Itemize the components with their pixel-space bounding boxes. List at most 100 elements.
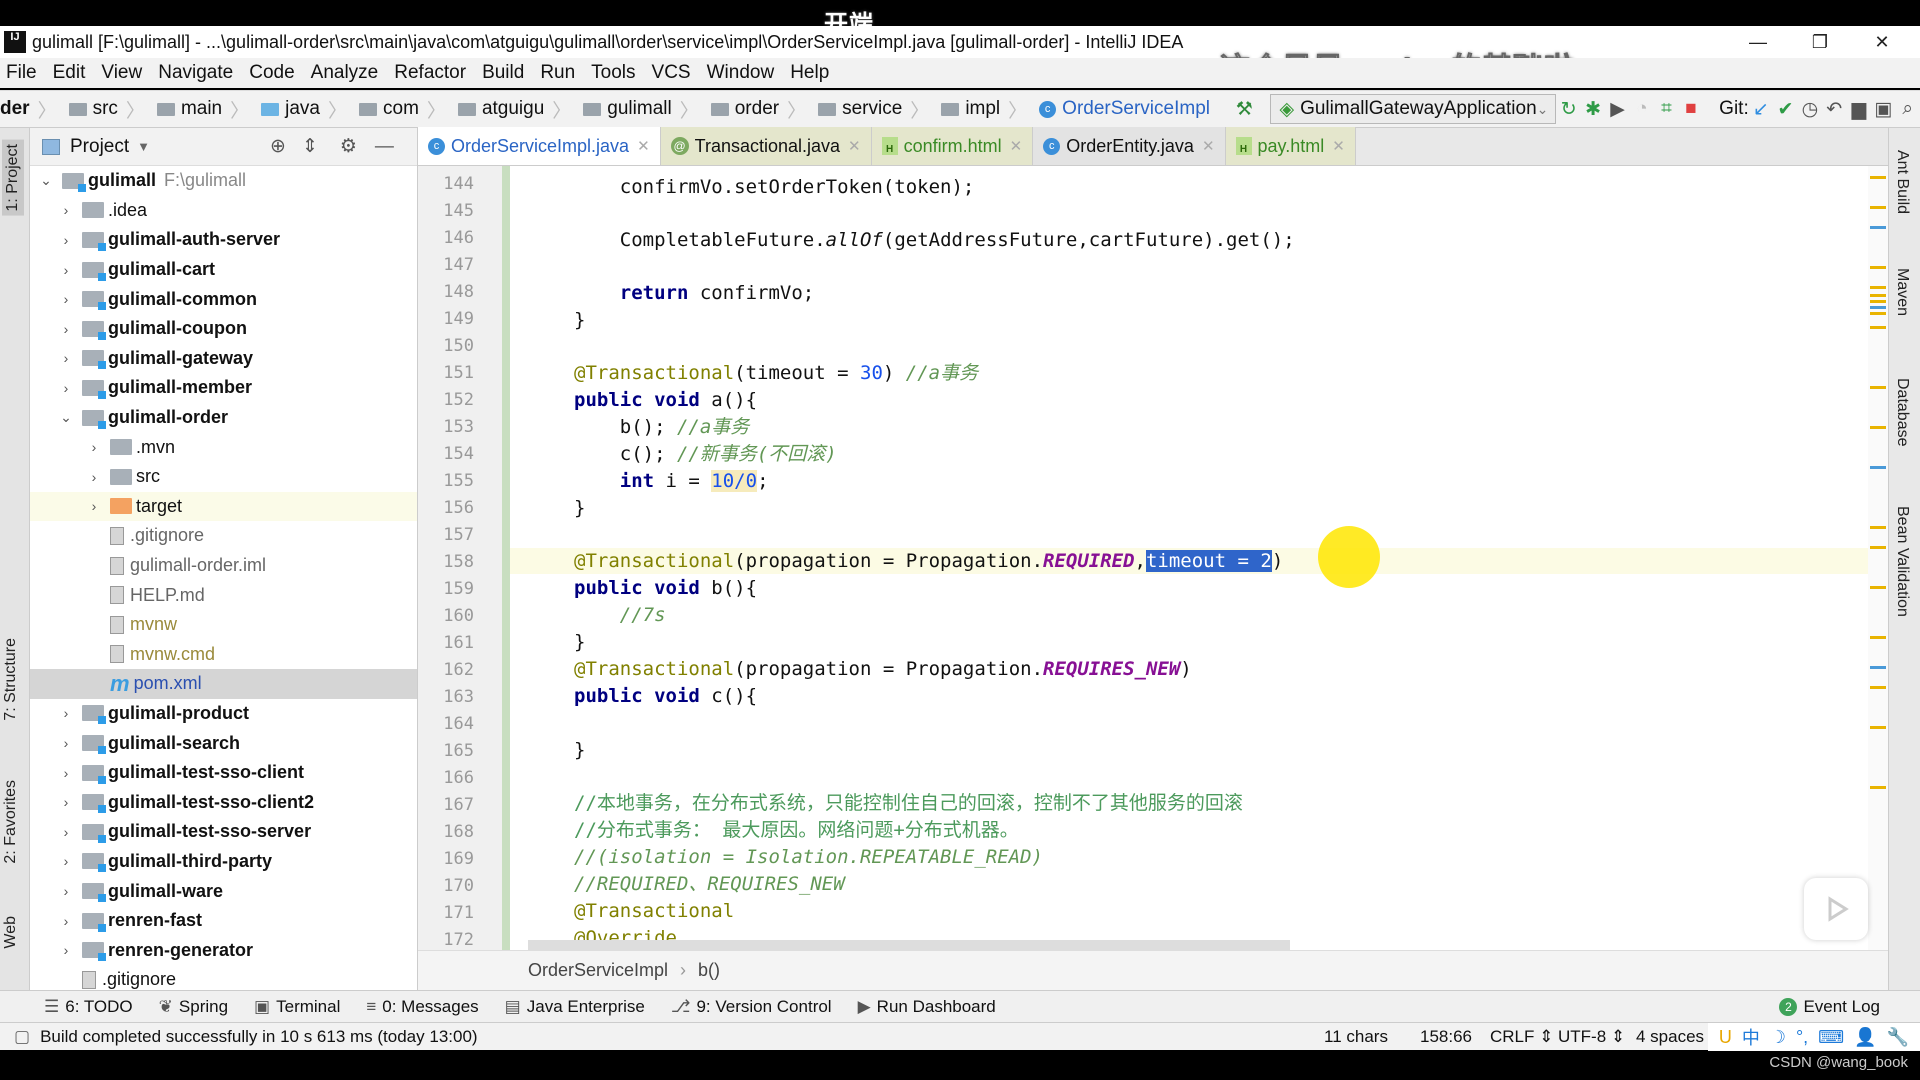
tree-item[interactable]: mvnw.cmd — [30, 640, 417, 670]
tree-item[interactable]: › .idea — [30, 196, 417, 226]
git-commit-icon[interactable]: ✔ — [1773, 94, 1797, 124]
menu-edit[interactable]: Edit — [53, 62, 86, 84]
chevron-down-icon[interactable]: ⌄ — [36, 172, 56, 189]
chevron-right-icon[interactable]: › — [84, 469, 104, 485]
stripe-marker[interactable] — [1870, 312, 1886, 315]
tree-item[interactable]: › gulimall-gateway — [30, 344, 417, 374]
chevron-right-icon[interactable]: › — [56, 913, 76, 929]
tab-ant-build[interactable]: Ant Build — [1893, 150, 1911, 214]
debug-bug-icon[interactable]: ✱ — [1581, 94, 1605, 124]
stripe-marker[interactable] — [1870, 286, 1886, 289]
status-indent[interactable]: 4 spaces — [1636, 1027, 1704, 1047]
status-line-separator[interactable]: CRLF ⇕ — [1490, 1027, 1553, 1047]
run-with-coverage-icon[interactable]: ▶ — [1605, 94, 1629, 124]
stripe-marker[interactable] — [1870, 466, 1886, 469]
stripe-marker[interactable] — [1870, 176, 1886, 179]
tree-item[interactable]: › renren-fast — [30, 906, 417, 936]
tree-item[interactable]: .gitignore — [30, 521, 417, 551]
menu-refactor[interactable]: Refactor — [394, 62, 466, 84]
ime-logo-icon[interactable]: U — [1719, 1027, 1732, 1048]
status-encoding[interactable]: UTF-8 ⇕ — [1558, 1027, 1625, 1047]
tool-event-log[interactable]: 2 Event Log — [1779, 997, 1880, 1017]
stripe-marker[interactable] — [1870, 386, 1886, 389]
menu-build[interactable]: Build — [482, 62, 524, 84]
breadcrumb-com[interactable]: com 〉 — [351, 96, 446, 123]
tool-messages[interactable]: ≡ 0: Messages — [366, 997, 478, 1017]
tool-spring[interactable]: ❦ Spring — [159, 997, 228, 1017]
editor-breadcrumb-method[interactable]: b() — [698, 960, 720, 981]
tree-item[interactable]: › gulimall-search — [30, 728, 417, 758]
run-configuration-select[interactable]: ◈ GulimallGatewayApplication ⌄ — [1270, 94, 1557, 124]
chevron-right-icon[interactable]: › — [56, 262, 76, 278]
menu-tools[interactable]: Tools — [591, 62, 635, 84]
tree-item[interactable]: › gulimall-auth-server — [30, 225, 417, 255]
menu-navigate[interactable]: Navigate — [158, 62, 233, 84]
breadcrumb-class[interactable]: c OrderServiceImpl — [1031, 98, 1210, 120]
tree-item[interactable]: › gulimall-test-sso-client2 — [30, 787, 417, 817]
chevron-right-icon[interactable]: › — [56, 883, 76, 899]
rerun-icon[interactable]: ↻ — [1556, 94, 1580, 124]
run-anything-icon[interactable]: ▣ — [1871, 94, 1895, 124]
menu-file[interactable]: File — [6, 62, 37, 84]
close-tab-icon[interactable]: ✕ — [1332, 137, 1345, 155]
stripe-marker[interactable] — [1870, 206, 1886, 209]
menu-code[interactable]: Code — [249, 62, 294, 84]
stripe-marker[interactable] — [1870, 666, 1886, 669]
tool-java-enterprise[interactable]: ▤ Java Enterprise — [505, 997, 645, 1017]
breadcrumb-main[interactable]: main 〉 — [149, 96, 249, 123]
tool-terminal[interactable]: ▣ Terminal — [254, 997, 340, 1017]
stripe-marker[interactable] — [1870, 546, 1886, 549]
tree-item[interactable]: HELP.md — [30, 580, 417, 610]
ime-punctuation-icon[interactable]: °, — [1796, 1027, 1808, 1048]
stripe-marker[interactable] — [1870, 266, 1886, 269]
tool-run-dashboard[interactable]: ▶ Run Dashboard — [858, 997, 996, 1017]
tree-item[interactable]: mvnw — [30, 610, 417, 640]
tree-item[interactable]: › gulimall-cart — [30, 255, 417, 285]
stripe-marker[interactable] — [1870, 686, 1886, 689]
restore-button[interactable]: ❐ — [1790, 26, 1850, 58]
ime-settings-icon[interactable]: 🔧 — [1887, 1027, 1909, 1048]
tab-maven[interactable]: Maven — [1893, 268, 1911, 316]
breadcrumb-lead[interactable]: der — [0, 98, 30, 120]
chevron-right-icon[interactable]: › — [56, 705, 76, 721]
stripe-marker[interactable] — [1870, 306, 1886, 309]
ime-chinese-mode[interactable]: 中 — [1742, 1024, 1760, 1050]
tree-item[interactable]: › .mvn — [30, 432, 417, 462]
chevron-right-icon[interactable]: › — [56, 853, 76, 869]
tree-item[interactable]: m pom.xml — [30, 669, 417, 699]
stripe-marker[interactable] — [1870, 526, 1886, 529]
close-tab-icon[interactable]: ✕ — [848, 137, 861, 155]
stripe-marker[interactable] — [1870, 326, 1886, 329]
editor-breadcrumb-class[interactable]: OrderServiceImpl — [528, 960, 668, 981]
breadcrumb-gulimall[interactable]: gulimall 〉 — [575, 96, 699, 123]
breadcrumb-java[interactable]: java 〉 — [253, 96, 347, 123]
stripe-marker[interactable] — [1870, 636, 1886, 639]
breadcrumb-service[interactable]: service 〉 — [810, 96, 929, 123]
stripe-marker[interactable] — [1870, 226, 1886, 229]
chevron-right-icon[interactable]: › — [56, 202, 76, 218]
menu-run[interactable]: Run — [540, 62, 575, 84]
tab-orderentity[interactable]: c OrderEntity.java ✕ — [1033, 127, 1226, 165]
ime-moon-icon[interactable]: ☽ — [1770, 1027, 1786, 1048]
tab-confirm-html[interactable]: Hconfirm.html ✕ — [871, 127, 1034, 165]
breadcrumb-src[interactable]: src 〉 — [61, 96, 145, 123]
breadcrumb-impl[interactable]: impl 〉 — [933, 96, 1027, 123]
video-play-icon[interactable] — [1804, 878, 1868, 940]
stripe-marker[interactable] — [1870, 426, 1886, 429]
error-stripe[interactable] — [1868, 166, 1888, 950]
chevron-down-icon[interactable]: ⌄ — [56, 409, 76, 426]
tab-bean-validation[interactable]: Bean Validation — [1893, 506, 1911, 617]
chevron-right-icon[interactable]: › — [56, 350, 76, 366]
tree-root[interactable]: ⌄ gulimall F:\gulimall — [30, 166, 417, 196]
tab-database[interactable]: Database — [1893, 378, 1911, 447]
breadcrumb-order[interactable]: order 〉 — [703, 96, 806, 123]
close-tab-icon[interactable]: ✕ — [637, 137, 650, 155]
tab-pay-html[interactable]: Hpay.html ✕ — [1225, 127, 1356, 165]
chevron-right-icon[interactable]: › — [56, 321, 76, 337]
menu-window[interactable]: Window — [707, 62, 775, 84]
stripe-marker[interactable] — [1870, 294, 1886, 297]
minimize-button[interactable]: — — [1728, 26, 1788, 58]
locate-icon[interactable]: ⊕ — [270, 135, 286, 158]
status-toggle-icon[interactable]: ▢ — [14, 1027, 30, 1047]
tool-version-control[interactable]: ⎇ 9: Version Control — [671, 997, 832, 1017]
